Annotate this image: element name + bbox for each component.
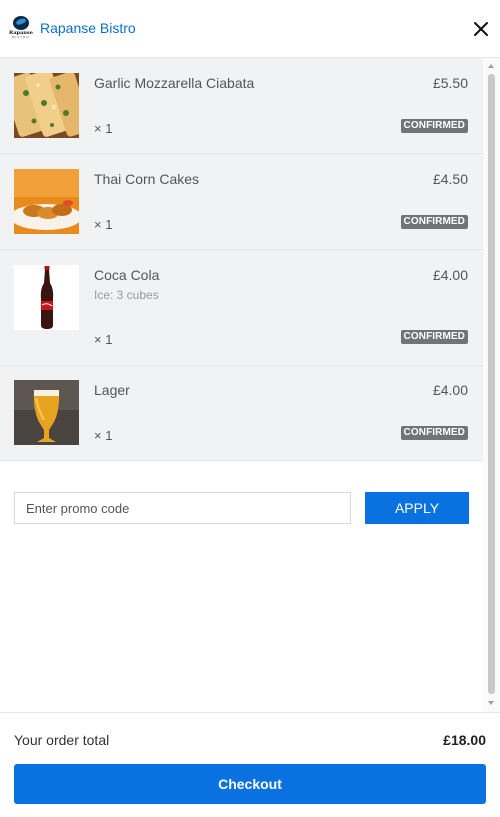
- order-footer: Your order total £18.00 Checkout: [0, 712, 500, 817]
- status-badge: CONFIRMED: [400, 426, 468, 440]
- item-price: £4.00: [432, 267, 468, 283]
- order-items-list: Garlic Mozzarella Ciabata £5.50 × 1 CONF…: [0, 58, 483, 461]
- order-total-label: Your order total: [14, 732, 110, 748]
- status-badge: CONFIRMED: [400, 119, 468, 133]
- lager-glass-image: [14, 380, 79, 445]
- item-quantity: × 1: [94, 121, 113, 136]
- status-badge: CONFIRMED: [400, 215, 468, 229]
- item-name: Thai Corn Cakes: [94, 171, 200, 187]
- item-price: £4.00: [432, 382, 468, 398]
- item-quantity: × 1: [94, 332, 113, 347]
- item-quantity: × 1: [94, 428, 113, 443]
- apply-promo-button[interactable]: APPLY: [365, 492, 469, 524]
- order-total-value: £18.00: [443, 732, 486, 748]
- item-price: £4.50: [432, 171, 468, 187]
- order-item: Lager £4.00 × 1 CONFIRMED: [0, 366, 483, 461]
- scrollbar[interactable]: [483, 58, 500, 712]
- ciabatta-image: [14, 73, 79, 138]
- logo-tagline: BISTRO: [12, 35, 30, 39]
- order-item: Garlic Mozzarella Ciabata £5.50 × 1 CONF…: [0, 58, 483, 154]
- status-badge: CONFIRMED: [400, 330, 468, 344]
- scrollbar-thumb[interactable]: [488, 74, 495, 694]
- promo-code-input[interactable]: [14, 492, 351, 524]
- restaurant-logo: Rapanse BISTRO: [8, 16, 34, 40]
- scroll-up-icon[interactable]: [488, 64, 494, 68]
- item-price: £5.50: [432, 75, 468, 91]
- header: Rapanse BISTRO Rapanse Bistro: [0, 0, 500, 58]
- item-name: Lager: [94, 382, 130, 398]
- coca-cola-bottle-image: [14, 265, 79, 330]
- order-item: Thai Corn Cakes £4.50 × 1 CONFIRMED: [0, 154, 483, 250]
- item-note: Ice: 3 cubes: [94, 288, 159, 302]
- scroll-down-icon[interactable]: [488, 701, 494, 705]
- corn-cakes-image: [14, 169, 79, 234]
- item-name: Coca Cola: [94, 267, 160, 283]
- close-icon[interactable]: [471, 19, 491, 39]
- restaurant-name[interactable]: Rapanse Bistro: [40, 20, 136, 36]
- item-name: Garlic Mozzarella Ciabata: [94, 75, 255, 91]
- order-item: Coca Cola Ice: 3 cubes £4.00 × 1 CONFIRM…: [0, 250, 483, 366]
- item-quantity: × 1: [94, 217, 113, 232]
- checkout-button[interactable]: Checkout: [14, 764, 486, 804]
